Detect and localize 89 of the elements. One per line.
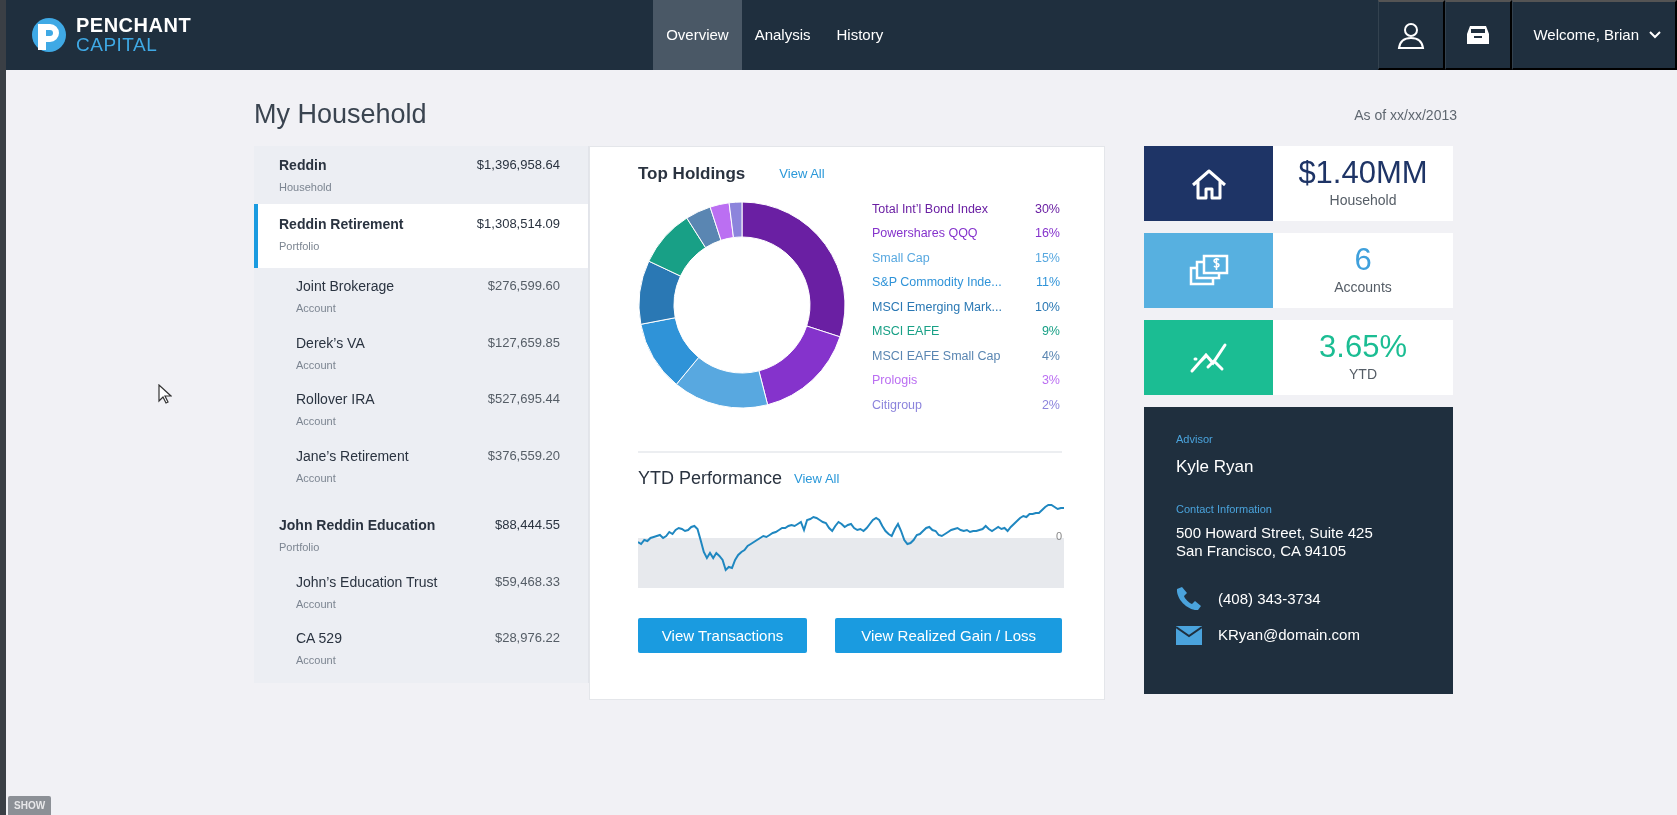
user-menu[interactable]: Welcome, Brian xyxy=(1512,0,1677,70)
item-type: Account xyxy=(296,357,337,373)
section-title: Top Holdings xyxy=(638,163,746,186)
nav-tab[interactable]: Analysis xyxy=(741,0,824,70)
item-value: $59,468.33 xyxy=(494,572,560,591)
tree-item[interactable]: Jane’s Retirement Account $376,559.20 xyxy=(254,437,588,495)
user-icon xyxy=(1397,21,1426,49)
item-value: $88,444.55 xyxy=(494,516,560,535)
phone-number: (408) 343-3734 xyxy=(1218,588,1321,609)
legend-value: 3% xyxy=(1041,372,1060,390)
item-value: $1,396,958.64 xyxy=(476,156,560,175)
address-line: 500 Howard Street, Suite 425 xyxy=(1176,523,1374,542)
stat-value: 6 xyxy=(1354,243,1372,278)
legend-value: 10% xyxy=(1034,298,1060,316)
legend-value: 16% xyxy=(1034,225,1060,243)
item-name: John’s Education Trust xyxy=(296,572,438,592)
legend-label: MSCI EAFE xyxy=(872,323,940,341)
item-name: Rollover IRA xyxy=(296,390,375,410)
contact-label: Contact Information xyxy=(1176,502,1273,518)
tree-item[interactable]: Reddin Household $1,396,958.64 xyxy=(254,146,588,204)
tree-item[interactable]: Derek’s VA Account $127,659.85 xyxy=(254,324,588,382)
phone-icon xyxy=(1176,585,1202,612)
brand-name: CAPITAL xyxy=(76,35,159,55)
legend-label: MSCI EAFE Small Cap xyxy=(872,347,1001,365)
item-type: Account xyxy=(296,414,337,430)
stat-label: Household xyxy=(1329,191,1397,211)
legend-value: 30% xyxy=(1034,200,1060,218)
stat-label: Accounts xyxy=(1334,278,1392,298)
advisor-name: Kyle Ryan xyxy=(1176,455,1255,478)
user-button[interactable] xyxy=(1378,0,1446,70)
legend-label: Small Cap xyxy=(872,249,930,267)
tree-item[interactable]: Joint Brokerage Account $276,599.60 xyxy=(254,268,588,325)
donut-slice xyxy=(638,260,681,325)
legend-label: Powershares QQQ xyxy=(872,225,978,243)
legend-value: 4% xyxy=(1041,347,1060,365)
section-title: YTD Performance xyxy=(638,467,783,491)
money-stack-icon xyxy=(1188,253,1229,288)
item-name: Derek’s VA xyxy=(296,333,365,353)
item-type: Account xyxy=(296,301,337,317)
tree-item[interactable]: Rollover IRA Account $527,695.44 xyxy=(254,381,588,438)
cursor-icon xyxy=(158,384,172,404)
page-title: My Household xyxy=(254,98,427,131)
brand-name: PENCHANT xyxy=(76,15,192,35)
legend-label: Citigroup xyxy=(872,396,923,414)
caret-icon xyxy=(1649,31,1661,39)
item-name: Reddin Retirement xyxy=(279,214,404,234)
stat-value: 3.65% xyxy=(1319,330,1407,365)
as-of-date: As of xx/xx/2013 xyxy=(1354,106,1457,126)
item-type: Account xyxy=(296,653,337,669)
item-name: Joint Brokerage xyxy=(296,277,395,297)
legend-label: MSCI Emerging Mark... xyxy=(872,298,1002,316)
legend-value: 9% xyxy=(1041,323,1060,341)
stat-label: YTD xyxy=(1349,365,1377,385)
item-type: Household xyxy=(279,180,332,196)
legend-value: 2% xyxy=(1041,396,1060,414)
item-type: Account xyxy=(296,596,337,612)
nav-tab[interactable]: History xyxy=(823,0,897,70)
legend-value: 15% xyxy=(1034,249,1060,267)
address-line: San Francisco, CA 94105 xyxy=(1176,541,1348,560)
legend-value: 11% xyxy=(1035,274,1060,292)
nav-tab[interactable]: Overview xyxy=(653,0,742,70)
email-address: KRyan@domain.com xyxy=(1218,624,1360,645)
item-name: John Reddin Education xyxy=(279,516,436,536)
advisor-label: Advisor xyxy=(1176,432,1214,448)
mail-icon xyxy=(1176,625,1202,645)
item-type: Account xyxy=(296,470,337,486)
legend-label: Prologis xyxy=(872,372,918,390)
tray-icon xyxy=(1467,25,1490,45)
axis-label: 0 xyxy=(1055,529,1062,545)
item-type: Portfolio xyxy=(279,540,321,556)
legend-label: S&P Commodity Inde... xyxy=(872,274,1002,292)
legend-label: Total Int’l Bond Index xyxy=(872,200,989,218)
logo-icon xyxy=(30,16,68,54)
item-value: $376,559.20 xyxy=(487,446,560,465)
item-value: $28,976.22 xyxy=(494,629,560,648)
tree-item[interactable]: John Reddin Education Portfolio $88,444.55 xyxy=(254,506,588,564)
item-value: $127,659.85 xyxy=(487,333,560,352)
tree-item[interactable]: Reddin Retirement Portfolio $1,308,514.09 xyxy=(254,203,588,269)
inbox-button[interactable] xyxy=(1445,0,1513,70)
item-value: $1,308,514.09 xyxy=(476,214,560,233)
item-type: Portfolio xyxy=(279,238,321,254)
item-name: Reddin xyxy=(279,156,328,176)
item-value: $527,695.44 xyxy=(487,390,560,409)
tree-item[interactable]: CA 529 Account $28,976.22 xyxy=(254,620,588,677)
tree-item[interactable]: John’s Education Trust Account $59,468.33 xyxy=(254,563,588,621)
item-name: CA 529 xyxy=(296,629,342,649)
stat-value: $1.40MM xyxy=(1298,156,1428,191)
item-name: Jane’s Retirement xyxy=(296,446,409,466)
item-value: $276,599.60 xyxy=(487,277,560,296)
